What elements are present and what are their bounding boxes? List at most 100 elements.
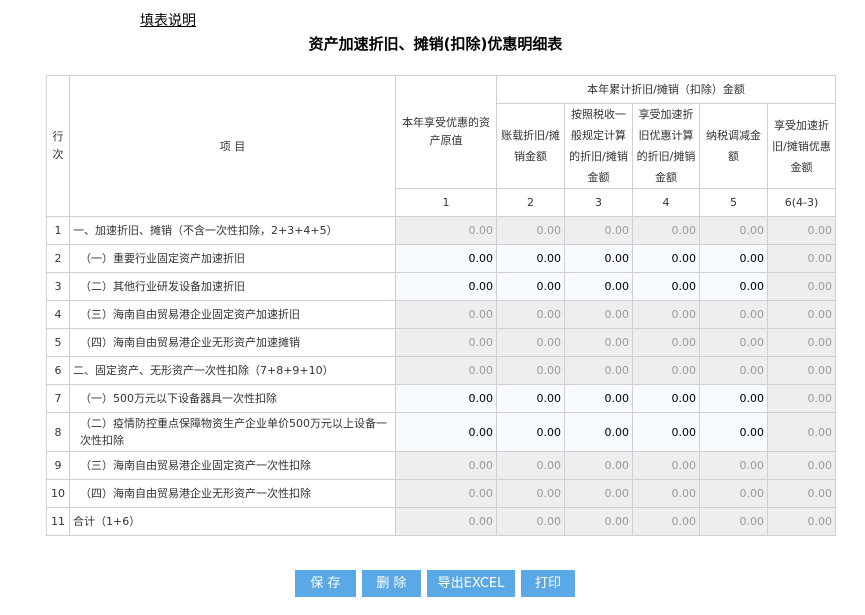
row-item-name: （三）海南自由贸易港企业固定资产加速折旧 (69, 300, 396, 329)
value-cell: 0.00 (699, 300, 768, 329)
value-input[interactable]: 0.00 (564, 412, 633, 452)
table-row: 9 （三）海南自由贸易港企业固定资产一次性扣除 0.00 0.00 0.00 0… (46, 451, 837, 480)
header-original-value: 本年享受优惠的资产原值 (395, 75, 497, 189)
value-input[interactable]: 0.00 (632, 272, 700, 301)
value-input[interactable]: 0.00 (564, 272, 633, 301)
value-cell: 0.00 (699, 451, 768, 480)
value-cell: 0.00 (699, 328, 768, 357)
value-cell: 0.00 (632, 356, 700, 385)
value-cell: 0.00 (564, 216, 633, 245)
row-item-name: 二、固定资产、无形资产一次性扣除（7+8+9+10） (69, 356, 396, 385)
value-cell: 0.00 (564, 451, 633, 480)
header-col-book: 账载折旧/摊销金额 (496, 103, 565, 189)
row-number: 8 (46, 412, 70, 452)
value-cell: 0.00 (395, 451, 497, 480)
value-input[interactable]: 0.00 (632, 412, 700, 452)
value-cell: 0.00 (395, 479, 497, 508)
value-cell: 0.00 (699, 479, 768, 508)
value-input[interactable]: 0.00 (496, 412, 565, 452)
value-cell: 0.00 (766, 272, 837, 301)
row-number: 1 (46, 216, 70, 245)
value-input[interactable]: 0.00 (699, 272, 768, 301)
header-item: 项 目 (69, 75, 396, 217)
value-cell: 0.00 (766, 479, 837, 508)
value-cell: 0.00 (496, 507, 565, 536)
table-row: 4 （三）海南自由贸易港企业固定资产加速折旧 0.00 0.00 0.00 0.… (46, 300, 837, 329)
row-item-name: 合计（1+6） (69, 507, 396, 536)
value-cell: 0.00 (496, 356, 565, 385)
value-input[interactable]: 0.00 (395, 384, 497, 413)
value-cell: 0.00 (766, 356, 837, 385)
row-number: 4 (46, 300, 70, 329)
value-cell: 0.00 (632, 216, 700, 245)
table-row: 10 （四）海南自由贸易港企业无形资产一次性扣除 0.00 0.00 0.00 … (46, 479, 837, 508)
row-item-name: 一、加速折旧、摊销（不含一次性扣除，2+3+4+5） (69, 216, 396, 245)
column-number: 5 (699, 188, 768, 217)
row-number: 5 (46, 328, 70, 357)
column-number: 3 (564, 188, 633, 217)
value-input[interactable]: 0.00 (564, 244, 633, 273)
value-input[interactable]: 0.00 (699, 412, 768, 452)
header-cumulative-group: 本年累计折旧/摊销（扣除）金额 (495, 75, 837, 104)
value-cell: 0.00 (496, 216, 565, 245)
value-cell: 0.00 (395, 328, 497, 357)
value-input[interactable]: 0.00 (496, 384, 565, 413)
value-cell: 0.00 (766, 328, 837, 357)
value-cell: 0.00 (632, 507, 700, 536)
value-input[interactable]: 0.00 (699, 244, 768, 273)
header-col-adjust: 纳税调减金额 (699, 103, 768, 189)
value-input[interactable]: 0.00 (564, 384, 633, 413)
table-row: 1 一、加速折旧、摊销（不含一次性扣除，2+3+4+5） 0.00 0.00 0… (46, 216, 837, 245)
value-cell: 0.00 (564, 479, 633, 508)
row-item-name: （四）海南自由贸易港企业无形资产一次性扣除 (69, 479, 396, 508)
value-input[interactable]: 0.00 (496, 272, 565, 301)
page-title: 资产加速折旧、摊销(扣除)优惠明细表 (308, 35, 563, 53)
table-row: 5 （四）海南自由贸易港企业无形资产加速摊销 0.00 0.00 0.00 0.… (46, 328, 837, 357)
value-cell: 0.00 (564, 328, 633, 357)
value-cell: 0.00 (564, 507, 633, 536)
value-cell: 0.00 (766, 507, 837, 536)
value-cell: 0.00 (632, 479, 700, 508)
row-number: 9 (46, 451, 70, 480)
value-cell: 0.00 (395, 507, 497, 536)
table-row: 6 二、固定资产、无形资产一次性扣除（7+8+9+10） 0.00 0.00 0… (46, 356, 837, 385)
value-input[interactable]: 0.00 (699, 384, 768, 413)
value-cell: 0.00 (496, 451, 565, 480)
delete-button[interactable]: 删 除 (362, 570, 421, 597)
table-row: 3 （二）其他行业研发设备加速折旧 0.00 0.00 0.00 0.00 0.… (46, 272, 837, 301)
save-button[interactable]: 保 存 (295, 570, 356, 597)
export-excel-button[interactable]: 导出EXCEL (427, 570, 515, 597)
value-cell: 0.00 (699, 356, 768, 385)
value-input[interactable]: 0.00 (496, 244, 565, 273)
table-row: 8 （二）疫情防控重点保障物资生产企业单价500万元以上设备一次性扣除 0.00… (46, 412, 837, 452)
value-cell: 0.00 (766, 384, 837, 413)
row-item-name: （一）重要行业固定资产加速折旧 (69, 244, 396, 273)
value-cell: 0.00 (766, 300, 837, 329)
row-number: 2 (46, 244, 70, 273)
value-input[interactable]: 0.00 (395, 272, 497, 301)
header-col-general: 按照税收一般规定计算的折旧/摊销金额 (564, 103, 633, 189)
value-input[interactable]: 0.00 (395, 244, 497, 273)
header-col-accelerated: 享受加速折旧优惠计算的折旧/摊销金额 (632, 103, 700, 189)
row-item-name: （三）海南自由贸易港企业固定资产一次性扣除 (69, 451, 396, 480)
column-number: 6(4-3) (766, 188, 837, 217)
value-cell: 0.00 (766, 244, 837, 273)
row-item-name: （二）其他行业研发设备加速折旧 (69, 272, 396, 301)
table-row: 7 （一）500万元以下设备器具一次性扣除 0.00 0.00 0.00 0.0… (46, 384, 837, 413)
value-input[interactable]: 0.00 (632, 384, 700, 413)
value-input[interactable]: 0.00 (632, 244, 700, 273)
value-input[interactable]: 0.00 (395, 412, 497, 452)
row-number: 7 (46, 384, 70, 413)
value-cell: 0.00 (496, 328, 565, 357)
table-row: 2 （一）重要行业固定资产加速折旧 0.00 0.00 0.00 0.00 0.… (46, 244, 837, 273)
asset-depreciation-table: 行次 项 目 本年享受优惠的资产原值 本年累计折旧/摊销（扣除）金额 账载折旧/… (46, 75, 837, 536)
row-number: 11 (46, 507, 70, 536)
value-cell: 0.00 (766, 451, 837, 480)
value-cell: 0.00 (496, 479, 565, 508)
print-button[interactable]: 打印 (521, 570, 575, 597)
value-cell: 0.00 (699, 507, 768, 536)
value-cell: 0.00 (632, 328, 700, 357)
row-item-name: （一）500万元以下设备器具一次性扣除 (69, 384, 396, 413)
help-link[interactable]: 填表说明 (140, 10, 196, 30)
row-number: 10 (46, 479, 70, 508)
